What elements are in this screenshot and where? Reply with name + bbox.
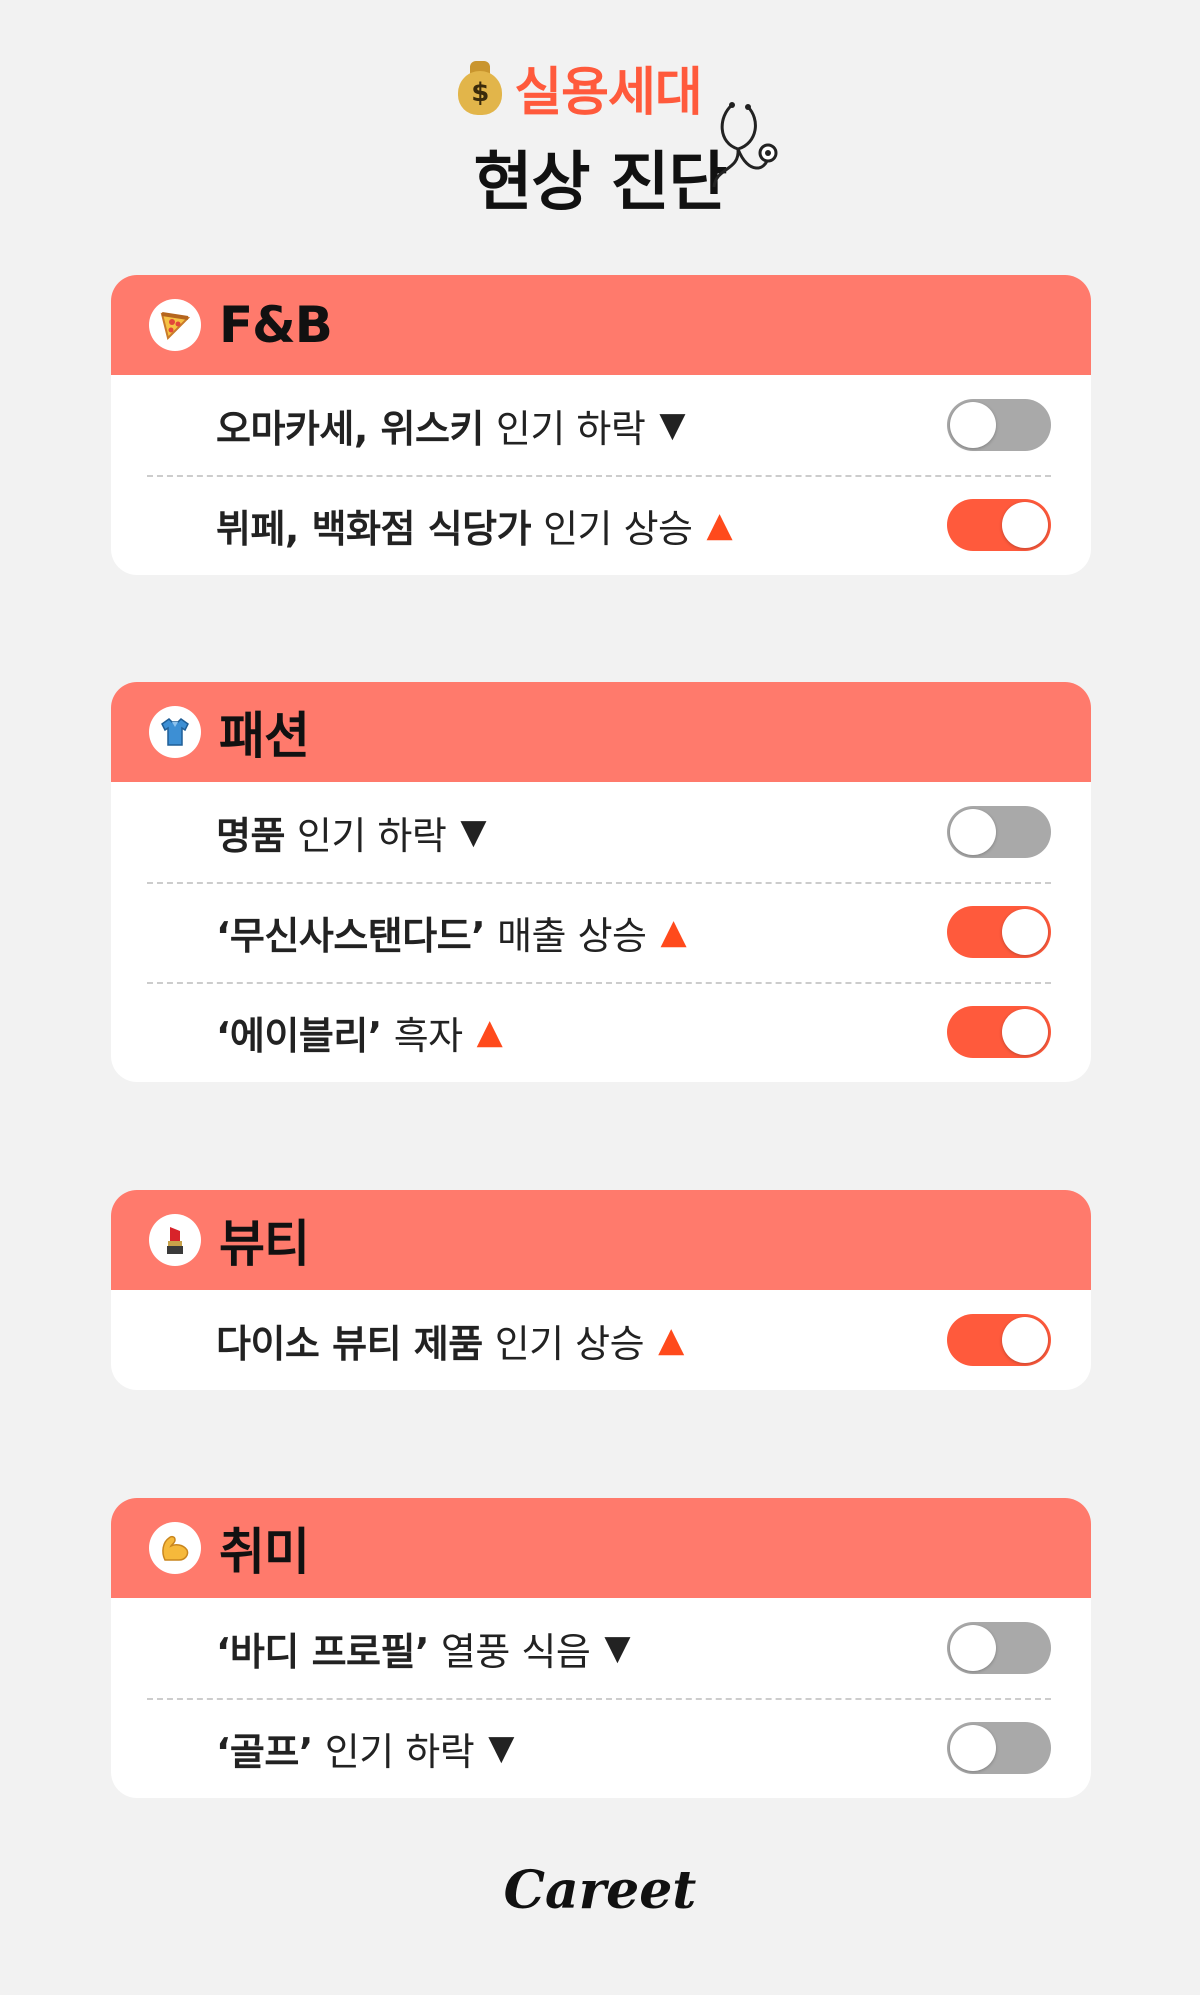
toggle-knob <box>950 1625 996 1671</box>
lipstick-icon <box>149 1214 201 1266</box>
toggle-knob <box>1002 909 1048 955</box>
list-item: ‘바디 프로필’ 열풍 식음 ▼ <box>111 1598 1091 1698</box>
trend-down-icon: ▼ <box>488 1728 514 1768</box>
page-header: $ 실용세대 현상 진단 <box>0 50 1200 223</box>
list-item: ‘골프’ 인기 하락 ▼ <box>111 1698 1091 1798</box>
item-status: 인기 상승 <box>543 506 693 551</box>
shirt-icon <box>149 706 201 758</box>
pizza-icon <box>149 299 201 351</box>
section-title: 취미 <box>219 1523 310 1581</box>
list-item: 오마카세, 위스키 인기 하락 ▼ <box>111 375 1091 475</box>
item-subject: 다이소 뷰티 제품 <box>216 1321 483 1366</box>
money-bag-icon: $ <box>458 60 503 115</box>
toggle-switch[interactable] <box>947 499 1051 551</box>
item-subject: ‘골프’ <box>216 1729 313 1774</box>
toggle-knob <box>1002 1317 1048 1363</box>
toggle-knob <box>950 1725 996 1771</box>
toggle-switch[interactable] <box>947 1314 1051 1366</box>
section-header: 뷰티 <box>111 1190 1091 1290</box>
item-status: 인기 하락 <box>324 1729 475 1774</box>
toggle-knob <box>1002 502 1048 548</box>
trend-down-icon: ▼ <box>659 405 685 445</box>
section-hobby: 취미 ‘바디 프로필’ 열풍 식음 ▼ ‘골프’ 인기 하락 ▼ <box>111 1498 1091 1798</box>
toggle-switch[interactable] <box>947 1006 1051 1058</box>
item-status: 인기 하락 <box>296 813 447 858</box>
section-title: 패션 <box>219 707 310 765</box>
trend-up-icon: ▲ <box>706 505 733 545</box>
section-title: F&B <box>219 296 333 354</box>
item-subject: 명품 <box>216 813 285 858</box>
toggle-switch[interactable] <box>947 806 1051 858</box>
title-phenomenon-diagnosis: 현상 진단 <box>474 102 778 223</box>
item-status: 매출 상승 <box>497 913 647 958</box>
careet-logo: Careet <box>503 1860 697 1921</box>
title-line1: $ 실용세대 <box>458 50 703 125</box>
item-subject: 오마카세, 위스키 <box>216 406 484 451</box>
trend-up-icon: ▲ <box>658 1320 684 1360</box>
toggle-switch[interactable] <box>947 906 1051 958</box>
item-subject: ‘무신사스탠다드’ <box>216 913 486 958</box>
section-fashion: 패션 명품 인기 하락 ▼ ‘무신사스탠다드’ 매출 상승 ▲ ‘에이블리’ 흑… <box>111 682 1091 1082</box>
list-item: 명품 인기 하락 ▼ <box>111 782 1091 882</box>
item-status: 인기 하락 <box>495 406 646 451</box>
toggle-switch[interactable] <box>947 399 1051 451</box>
toggle-switch[interactable] <box>947 1722 1051 1774</box>
list-item: 다이소 뷰티 제품 인기 상승 ▲ <box>111 1290 1091 1390</box>
toggle-knob <box>950 809 996 855</box>
trend-up-icon: ▲ <box>476 1012 503 1052</box>
section-header: 취미 <box>111 1498 1091 1598</box>
list-item: ‘에이블리’ 흑자 ▲ <box>111 982 1091 1082</box>
stethoscope-icon <box>712 102 778 188</box>
toggle-switch[interactable] <box>947 1622 1051 1674</box>
trend-up-icon: ▲ <box>660 912 687 952</box>
title-practical-generation: 실용세대 <box>514 63 702 123</box>
trend-down-icon: ▼ <box>460 812 486 852</box>
item-status: 열풍 식음 <box>440 1629 591 1674</box>
list-item: 뷔페, 백화점 식당가 인기 상승 ▲ <box>111 475 1091 575</box>
section-fnb: F&B 오마카세, 위스키 인기 하락 ▼ 뷔페, 백화점 식당가 인기 상승 … <box>111 275 1091 575</box>
section-beauty: 뷰티 다이소 뷰티 제품 인기 상승 ▲ <box>111 1190 1091 1390</box>
section-title: 뷰티 <box>219 1215 310 1273</box>
item-subject: ‘에이블리’ <box>216 1013 382 1058</box>
item-status: 흑자 <box>393 1013 463 1058</box>
toggle-knob <box>950 402 996 448</box>
item-subject: ‘바디 프로필’ <box>216 1629 429 1674</box>
item-status: 인기 상승 <box>494 1321 645 1366</box>
section-header: 패션 <box>111 682 1091 782</box>
list-item: ‘무신사스탠다드’ 매출 상승 ▲ <box>111 882 1091 982</box>
toggle-knob <box>1002 1009 1048 1055</box>
trend-down-icon: ▼ <box>604 1628 630 1668</box>
flexed-biceps-icon <box>149 1522 201 1574</box>
item-subject: 뷔페, 백화점 식당가 <box>216 506 532 551</box>
section-header: F&B <box>111 275 1091 375</box>
